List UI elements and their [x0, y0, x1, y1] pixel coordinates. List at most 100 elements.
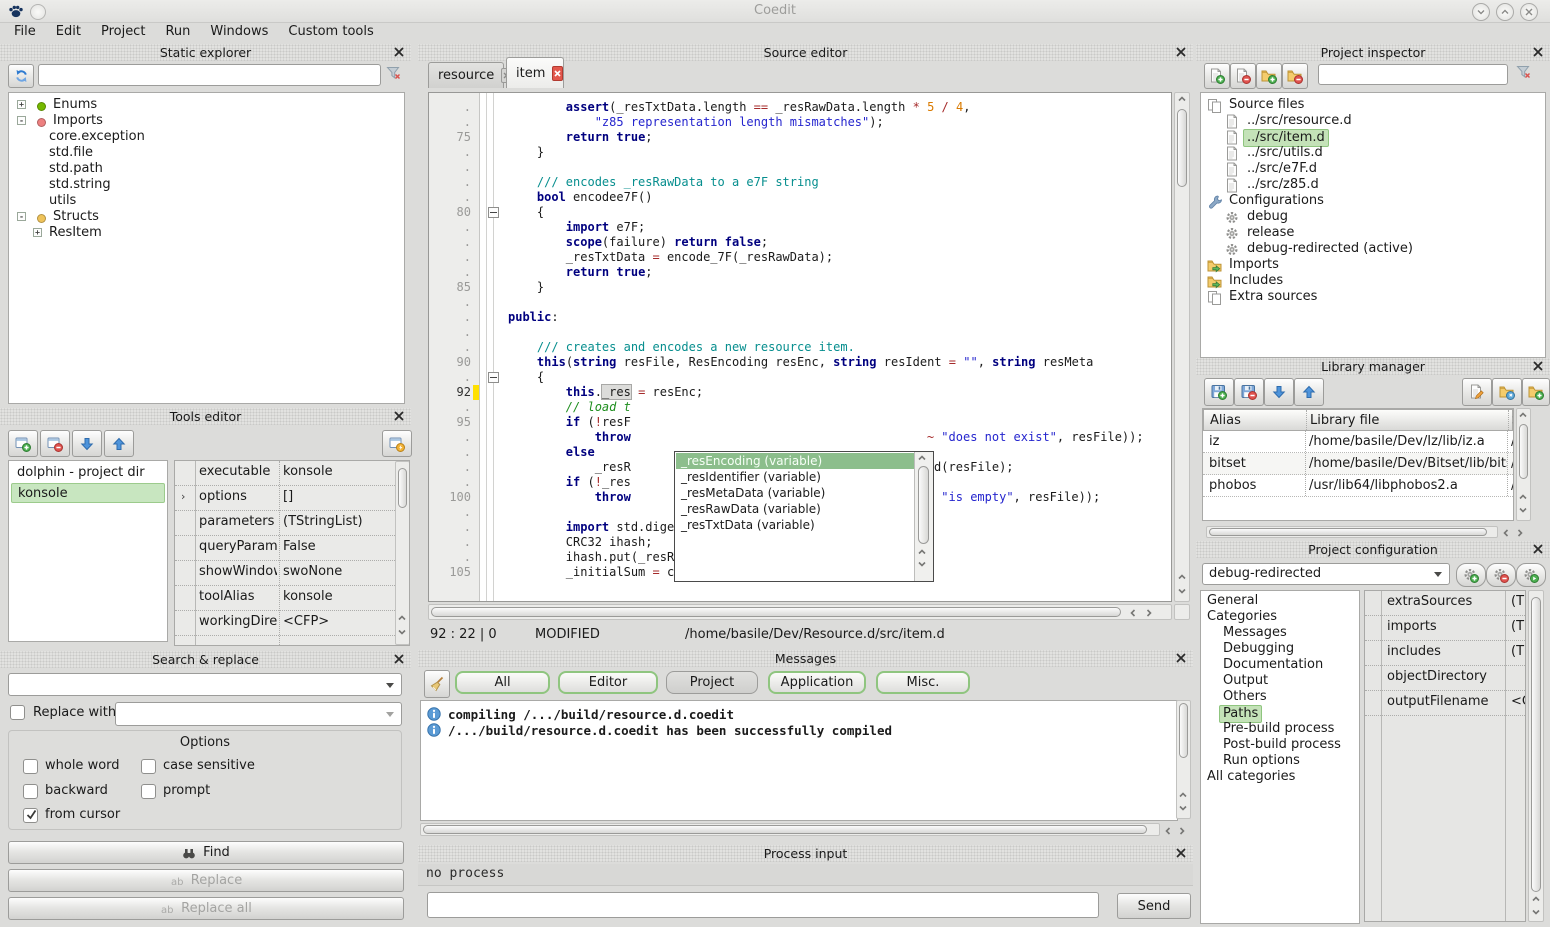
completion-item-resmetadata-variable[interactable]: _resMetaData (variable) [676, 485, 916, 501]
filter-button-application[interactable]: Application [768, 671, 866, 694]
message-item[interactable]: /.../build/resource.d.coedit has been su… [427, 721, 892, 737]
libraries-table[interactable]: AliasLibrary fileSiz/home/basile/Dev/Iz/… [1202, 408, 1514, 521]
menu-item-file[interactable]: File [4, 22, 46, 42]
category-categories[interactable]: Categories [1201, 609, 1359, 625]
move-tool-up-button[interactable] [104, 430, 134, 457]
expander-collapsed-icon[interactable]: + [17, 100, 26, 109]
fold-collapse-icon[interactable] [488, 207, 499, 218]
inspector-item-extra-sources[interactable]: Extra sources [1201, 289, 1545, 305]
category-messages[interactable]: Messages [1201, 625, 1359, 641]
tree-item-utils[interactable]: utils [9, 193, 404, 209]
close-window-button[interactable] [1520, 3, 1538, 21]
category-debugging[interactable]: Debugging [1201, 641, 1359, 657]
config-property-outputfilename[interactable]: outputFilename<C [1365, 691, 1525, 716]
search-term-combobox[interactable] [8, 673, 402, 696]
inspector-item-debug-redirected-active[interactable]: debug-redirected (active) [1201, 241, 1545, 257]
close-static-explorer-button[interactable] [393, 46, 405, 58]
column-header-library-file[interactable]: Library file [1310, 412, 1508, 430]
property-row-showwindow[interactable]: showWindowswoNone [175, 561, 409, 586]
add-library-folder-button[interactable] [1522, 378, 1550, 406]
inspector-clear-filter-icon[interactable] [1516, 65, 1531, 79]
add-configuration-button[interactable] [1456, 563, 1486, 587]
inspector-filter-input[interactable] [1318, 64, 1508, 85]
category-others[interactable]: Others [1201, 689, 1359, 705]
menu-item-project[interactable]: Project [91, 22, 155, 42]
find-button[interactable]: Find [8, 841, 404, 864]
process-input-field[interactable] [427, 892, 1099, 918]
tool-item-dolphin-project-dir[interactable]: dolphin - project dir [11, 463, 165, 483]
close-tab-item-icon[interactable] [552, 66, 563, 81]
config-property-extrasources[interactable]: extraSources(T [1365, 591, 1525, 616]
tree-item-enums[interactable]: +Enums [9, 97, 404, 113]
inspector-item-src-item-d[interactable]: ../src/item.d [1201, 129, 1545, 145]
category-output[interactable]: Output [1201, 673, 1359, 689]
close-tools-editor-button[interactable] [393, 410, 405, 422]
checkbox-from-cursor[interactable] [23, 808, 38, 823]
close-project-inspector-button[interactable] [1532, 46, 1544, 58]
property-row-queryparame[interactable]: queryParameFalse [175, 536, 409, 561]
category-run-options[interactable]: Run options [1201, 753, 1359, 769]
tree-item-imports[interactable]: -Imports [9, 113, 404, 129]
remove-source-button[interactable] [1230, 63, 1256, 89]
send-button[interactable]: Send [1117, 893, 1191, 919]
activate-configuration-button[interactable] [1516, 563, 1546, 587]
library-row-iz[interactable]: iz/home/basile/Dev/Iz/lib/iz.a/ho [1203, 431, 1513, 453]
column-header-alias[interactable]: Alias [1210, 412, 1306, 430]
refresh-button[interactable] [8, 64, 34, 88]
tool-item-konsole[interactable]: konsole [11, 483, 165, 503]
tree-item-structs[interactable]: -Structs [9, 209, 404, 225]
config-property-imports[interactable]: imports(T [1365, 616, 1525, 641]
expander-expanded-icon[interactable]: - [17, 212, 26, 221]
move-library-up-button[interactable] [1294, 378, 1324, 406]
library-row-phobos[interactable]: phobos/usr/lib64/libphobos2.a/us [1203, 475, 1513, 497]
inspector-item-source-files[interactable]: Source files [1201, 97, 1545, 113]
completion-item-residentifier-variable[interactable]: _resIdentifier (variable) [676, 469, 916, 485]
tool-properties-grid[interactable]: executablekonsole›options[]parameters(TS… [174, 460, 410, 646]
move-tool-down-button[interactable] [72, 430, 102, 457]
inspector-item-includes[interactable]: Includes [1201, 273, 1545, 289]
chev-down-icon[interactable] [397, 628, 407, 636]
remove-library-button[interactable] [1234, 378, 1264, 406]
static-explorer-tree[interactable]: +Enums-Importscore.exceptionstd.filestd.… [8, 92, 405, 404]
add-source-button[interactable] [1204, 63, 1230, 89]
inspector-item-src-z85-d[interactable]: ../src/z85.d [1201, 177, 1545, 193]
replace-all-button[interactable]: ab Replace all [8, 897, 404, 920]
tab-item[interactable]: item [506, 57, 564, 88]
configuration-vscrollbar[interactable] [1528, 590, 1544, 922]
expander-collapsed-icon[interactable]: + [33, 228, 42, 237]
category-paths[interactable]: Paths [1201, 705, 1359, 721]
configuration-properties-grid[interactable]: extraSources(Timports(Tincludes(TobjectD… [1364, 590, 1526, 922]
replace-with-combobox[interactable] [115, 702, 402, 726]
close-search-replace-button[interactable] [393, 653, 405, 665]
menu-item-windows[interactable]: Windows [200, 22, 278, 42]
minimize-button[interactable] [1472, 3, 1490, 21]
checkbox-prompt[interactable] [141, 784, 156, 799]
completion-item-restxtdata-variable[interactable]: _resTxtData (variable) [676, 517, 916, 533]
tree-item-core-exception[interactable]: core.exception [9, 129, 404, 145]
clear-messages-button[interactable] [424, 670, 450, 698]
filter-button-editor[interactable]: Editor [558, 671, 658, 694]
chev-up-icon[interactable] [397, 614, 407, 622]
inspector-item-src-e7f-d[interactable]: ../src/e7F.d [1201, 161, 1545, 177]
expander-expanded-icon[interactable]: - [17, 116, 26, 125]
tools-list[interactable]: dolphin - project dirkonsole [8, 460, 168, 642]
move-library-down-button[interactable] [1264, 378, 1294, 406]
completion-popup-scrollbar[interactable] [914, 452, 933, 581]
editor-hscrollbar[interactable] [428, 604, 1172, 620]
inspector-item-imports[interactable]: Imports [1201, 257, 1545, 273]
property-row-parameters[interactable]: parameters(TStringList) [175, 511, 409, 536]
fold-collapse-icon[interactable] [488, 372, 499, 383]
tab-resource[interactable]: resource [428, 62, 504, 88]
code-editor[interactable]: ..75....80....85....90.92.95....100....1… [428, 92, 1172, 602]
inspector-item-src-resource-d[interactable]: ../src/resource.d [1201, 113, 1545, 129]
close-messages-button[interactable] [1175, 652, 1187, 664]
add-folder-button[interactable] [1256, 63, 1282, 89]
project-inspector-tree[interactable]: Source files../src/resource.d../src/item… [1200, 92, 1546, 358]
add-tool-button[interactable] [8, 430, 38, 457]
inspector-item-configurations[interactable]: Configurations [1201, 193, 1545, 209]
filter-button-project[interactable]: Project [666, 671, 758, 694]
close-project-configuration-button[interactable] [1532, 543, 1544, 555]
completion-popup[interactable]: _resEncoding (variable)_resIdentifier (v… [674, 451, 934, 582]
filter-button-all[interactable]: All [455, 671, 550, 694]
category-general[interactable]: General [1201, 593, 1359, 609]
